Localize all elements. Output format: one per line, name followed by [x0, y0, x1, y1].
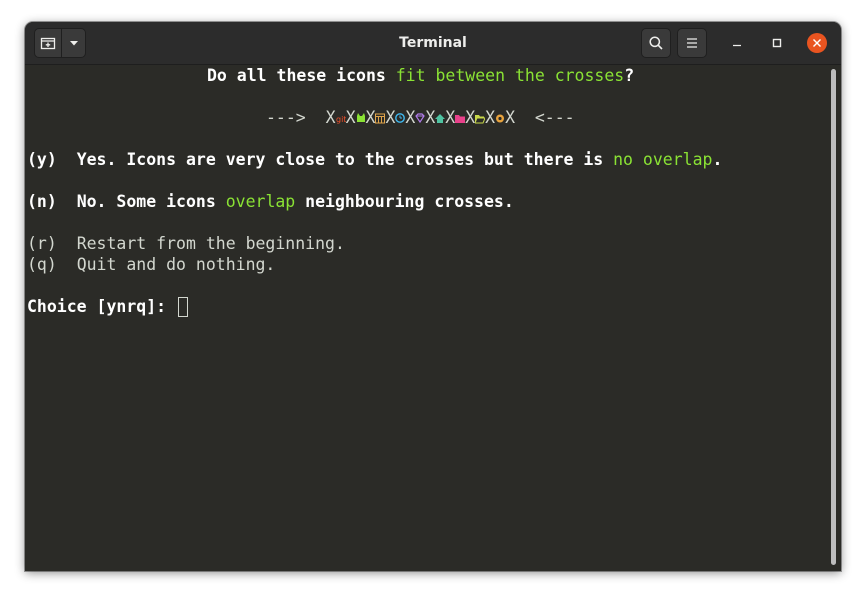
option-n-highlight: overlap: [225, 192, 296, 211]
close-button[interactable]: [807, 33, 827, 53]
option-n-text: No. Some icons: [76, 192, 226, 211]
minimize-icon: [733, 44, 741, 47]
arrow-right: <---: [534, 108, 575, 127]
option-n-key: (n): [27, 192, 57, 211]
option-r-line: (r) Restart from the beginning.: [27, 233, 345, 254]
calendar-icon: [375, 113, 386, 124]
cross: X: [445, 108, 456, 127]
maximize-icon: [772, 38, 782, 48]
hamburger-menu-icon: [687, 38, 697, 48]
cross: X: [325, 108, 336, 127]
cross: X: [465, 108, 476, 127]
cross: X: [385, 108, 396, 127]
option-n-end: neighbouring crosses.: [295, 192, 514, 211]
image-icon: [496, 114, 505, 123]
option-n-line: (n) No. Some icons overlap neighbouring …: [27, 191, 514, 212]
minimize-button[interactable]: [727, 33, 747, 53]
question-highlight: fit between the crosses: [395, 66, 625, 85]
question-line: Do all these icons fit between the cross…: [207, 65, 634, 86]
svg-text:git: git: [336, 115, 346, 124]
option-y-highlight: no overlap: [613, 150, 713, 169]
main-menu-button[interactable]: [677, 28, 707, 58]
cross: X: [345, 108, 356, 127]
terminal-window: Terminal Do all these icons fit between …: [25, 22, 841, 571]
choice-prompt: Choice [ynrq]:: [27, 297, 167, 316]
terminal-output[interactable]: Do all these icons fit between the cross…: [25, 65, 827, 571]
option-r-key: (r): [27, 234, 57, 253]
window-title: Terminal: [399, 35, 467, 51]
option-q-key: (q): [27, 255, 57, 274]
option-q-text: Quit and do nothing.: [76, 255, 276, 274]
gem-icon: [415, 113, 426, 124]
option-y-line: (y) Yes. Icons are very close to the cro…: [27, 149, 722, 170]
home-icon: [435, 114, 446, 123]
option-y-key: (y): [27, 150, 57, 169]
title-bar: Terminal: [25, 22, 841, 65]
option-q-line: (q) Quit and do nothing.: [27, 254, 275, 275]
option-r-text: Restart from the beginning.: [76, 234, 345, 253]
prompt-line: Choice [ynrq]:: [27, 296, 189, 317]
folder-open-icon: [475, 115, 486, 124]
search-icon: [649, 36, 663, 50]
close-icon: [813, 39, 821, 47]
option-y-end: .: [712, 150, 723, 169]
arrow-left: --->: [266, 108, 306, 127]
cross: X: [485, 108, 496, 127]
folder-icon: [455, 115, 466, 123]
git-icon: git: [336, 115, 346, 124]
clock-icon: [395, 113, 406, 123]
cross: X: [505, 108, 515, 127]
cat-icon: [356, 113, 365, 122]
maximize-button[interactable]: [767, 33, 787, 53]
question-mark: ?: [624, 66, 635, 85]
cross: X: [365, 108, 376, 127]
text-cursor[interactable]: [178, 297, 189, 317]
cross: X: [405, 108, 416, 127]
question-text: Do all these icons: [207, 66, 396, 85]
icon-test-line: ---> Xgit X X X X X X X X X <---: [266, 107, 575, 128]
option-y-text: Yes. Icons are very close to the crosses…: [76, 150, 614, 169]
scrollbar[interactable]: [831, 69, 836, 565]
cross: X: [425, 108, 436, 127]
search-button[interactable]: [641, 28, 671, 58]
